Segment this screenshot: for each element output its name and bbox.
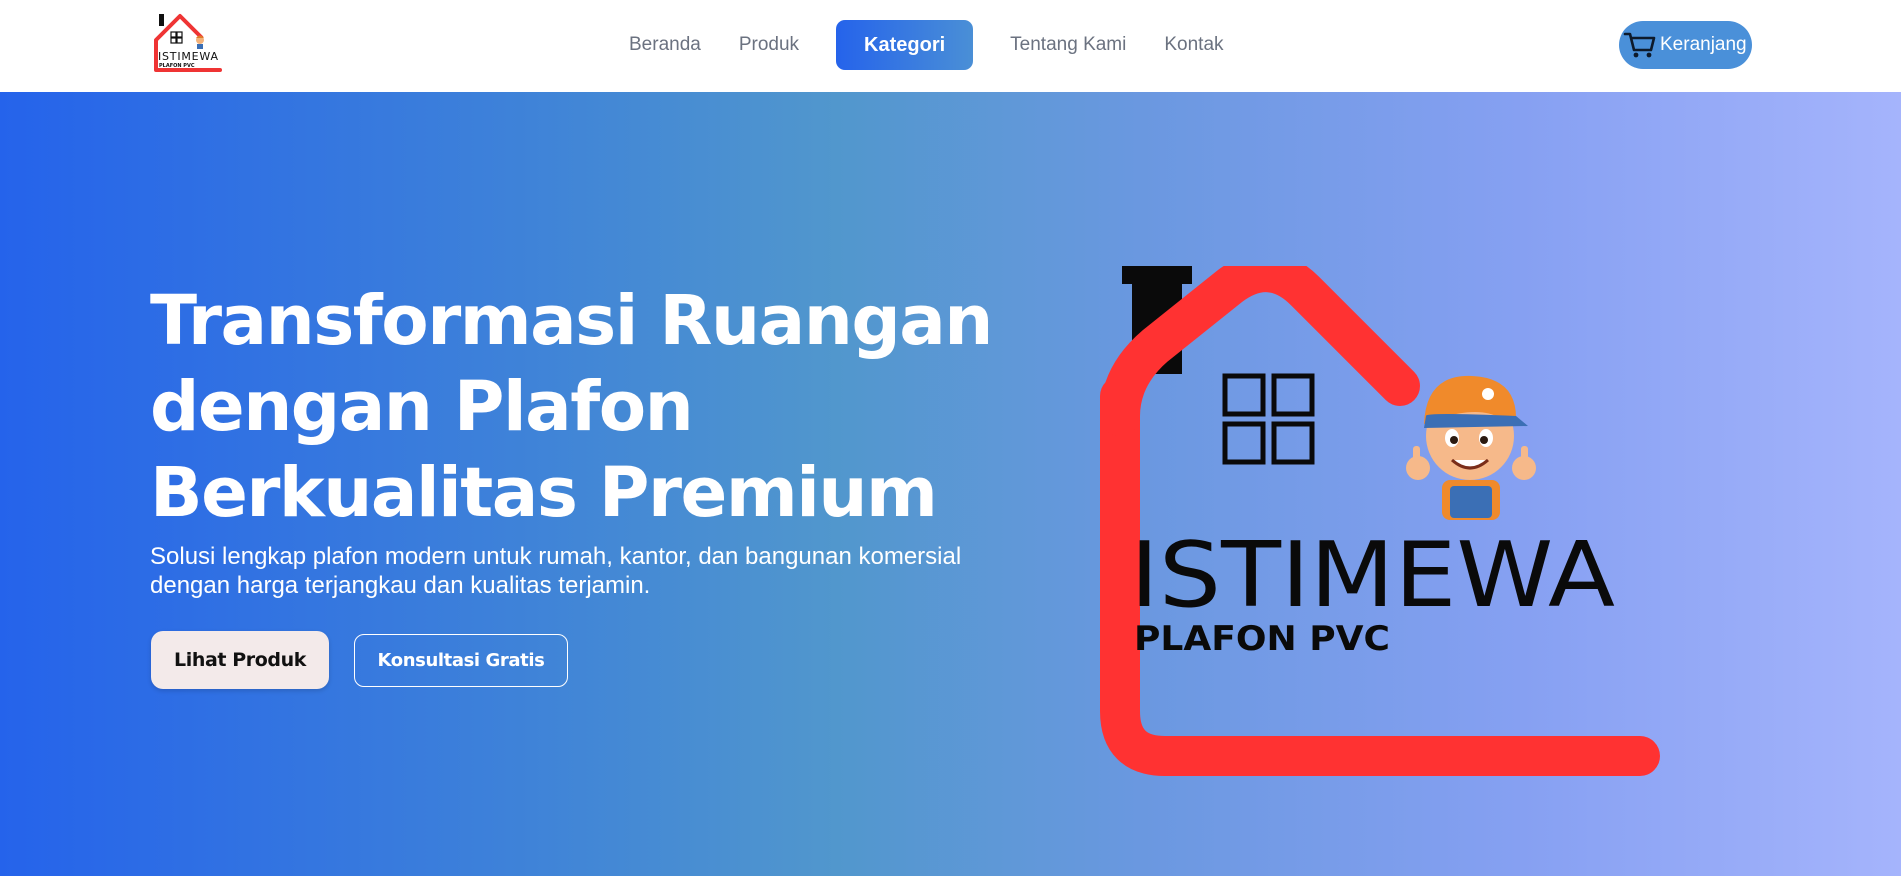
cart-button[interactable]: Keranjang <box>1619 21 1752 69</box>
cart-icon <box>1623 32 1656 58</box>
hero-title: Transformasi Ruangan dengan Plafon Berku… <box>150 281 993 533</box>
logo-tagline-text: PLAFON PVC <box>159 63 195 69</box>
nav-kontak[interactable]: Kontak <box>1145 20 1242 70</box>
nav-tentang-kami[interactable]: Tentang Kami <box>991 20 1145 70</box>
nav-produk[interactable]: Produk <box>720 20 818 70</box>
hero-subtitle: Solusi lengkap plafon modern untuk rumah… <box>150 543 962 599</box>
lihat-produk-button[interactable]: Lihat Produk <box>151 631 329 689</box>
site-header: ISTIMEWA PLAFON PVC Beranda Produk Kateg… <box>0 0 1901 92</box>
illustration-brand-text: ISTIMEWA <box>1130 523 1615 628</box>
hero-section: Transformasi Ruangan dengan Plafon Berku… <box>0 92 1901 876</box>
window-icon <box>1222 373 1315 465</box>
chimney-shape <box>1122 266 1192 284</box>
main-nav: Beranda Produk Kategori Tentang Kami Kon… <box>610 20 1243 70</box>
cart-label: Keranjang <box>1660 34 1747 55</box>
logo-brand-text: ISTIMEWA <box>158 50 218 63</box>
worker-mascot-icon <box>1406 375 1536 520</box>
illustration-tagline-text: PLAFON PVC <box>1134 619 1390 659</box>
house-logo-icon[interactable]: ISTIMEWA PLAFON PVC <box>150 10 226 76</box>
nav-beranda[interactable]: Beranda <box>610 20 720 70</box>
nav-kategori[interactable]: Kategori <box>836 20 974 70</box>
konsultasi-gratis-button[interactable]: Konsultasi Gratis <box>354 634 568 687</box>
istimewa-house-illustration: ISTIMEWA PLAFON PVC <box>1100 266 1660 776</box>
